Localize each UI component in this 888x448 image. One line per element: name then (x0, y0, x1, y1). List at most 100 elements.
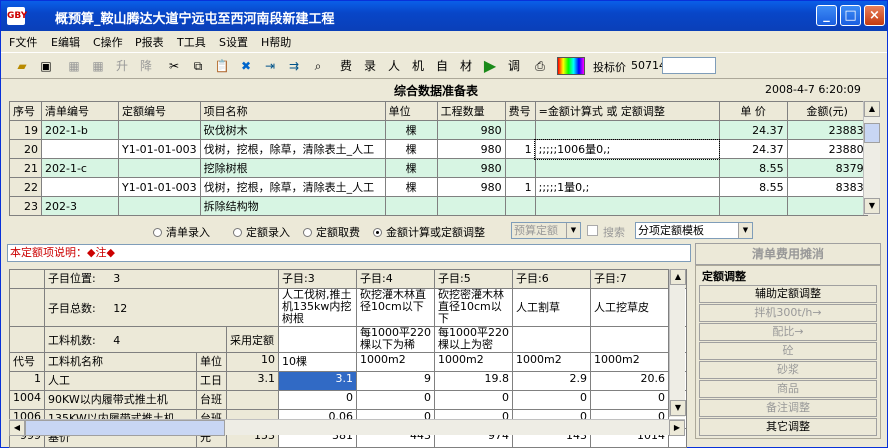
grid-alt-icon[interactable]: ▦ (87, 55, 109, 77)
menu-edit[interactable]: E编辑 (51, 34, 80, 50)
col-header-price[interactable]: 单 价 (718, 101, 788, 121)
quantity[interactable] (436, 196, 506, 216)
formula[interactable] (534, 196, 720, 216)
base-qty[interactable]: 3.1 (226, 371, 279, 391)
subitem-value[interactable]: 0 (434, 390, 513, 410)
item-name[interactable]: 伐树，挖根，除草，清除表土_人工 (199, 139, 386, 159)
paste-icon[interactable]: 📋 (211, 55, 233, 77)
move-up-button[interactable]: 升 (111, 55, 133, 77)
cut-icon[interactable]: ✂ (163, 55, 185, 77)
subitem-header[interactable]: 子目:7 (590, 269, 669, 289)
subitem-value[interactable]: 19.8 (434, 371, 513, 391)
col-header-formula[interactable]: =金额计算式 或 定额调整 (534, 101, 720, 121)
detail-hscroll[interactable]: ◀ ▶ (9, 419, 685, 436)
radio-amount-adjust[interactable]: 金额计算或定额调整 (373, 224, 485, 240)
radio-quota-fee[interactable]: 定额取费 (303, 224, 360, 240)
main-table-vscroll[interactable]: ▲ ▼ (863, 101, 880, 215)
subitem-value[interactable]: 2.9 (512, 371, 591, 391)
mixer-button[interactable]: 拌机300t/h→ (699, 304, 877, 322)
quantity[interactable]: 980 (436, 120, 506, 140)
adjust-button[interactable]: 调 (503, 55, 525, 77)
item-name[interactable]: 拆除结构物 (199, 196, 386, 216)
item-name[interactable]: 挖除树根 (199, 158, 386, 178)
list-code[interactable]: 202-1-c (41, 158, 119, 178)
list-code[interactable]: 202-3 (41, 196, 119, 216)
subitem-header[interactable]: 子目:3 (278, 269, 357, 289)
scroll-up-icon[interactable]: ▲ (864, 101, 880, 117)
row-no[interactable]: 19 (9, 120, 42, 140)
insert-row-icon[interactable]: ⇥ (259, 55, 281, 77)
subitem-value[interactable]: 0 (356, 390, 435, 410)
append-row-icon[interactable]: ⇉ (283, 55, 305, 77)
resource-code[interactable]: 1 (9, 371, 45, 391)
remark-adjust-button[interactable]: 备注调整 (699, 399, 877, 417)
row-no[interactable]: 21 (9, 158, 42, 178)
quota-code[interactable] (118, 158, 201, 178)
maximize-button[interactable]: □ (840, 5, 861, 26)
record-button[interactable]: 录 (359, 55, 381, 77)
fee-no[interactable] (504, 196, 536, 216)
item-name[interactable]: 砍伐树木 (199, 120, 386, 140)
list-item[interactable]: 1 人工 工日 3.1 3.1 9 19.8 2.9 20.6 (9, 371, 687, 391)
table-row[interactable]: 20 Y1-01-01-003 伐树，挖根，除草，清除表土_人工棵 980 1;;;;;… (9, 138, 868, 160)
col-header-unit[interactable]: 单位 (384, 101, 438, 121)
color-palette-icon[interactable] (557, 57, 585, 75)
amount[interactable]: 23883 (786, 120, 868, 140)
minimize-button[interactable]: _ (816, 5, 837, 26)
run-play-icon[interactable]: ▶ (479, 55, 501, 77)
copy-icon[interactable]: ⧉ (187, 55, 209, 77)
amount[interactable]: 23880 (786, 139, 868, 159)
bid-price-field[interactable] (662, 57, 716, 74)
quantity[interactable]: 980 (436, 158, 506, 178)
subitem-value[interactable]: 0 (590, 390, 669, 410)
radio-list-entry[interactable]: 清单录入 (153, 224, 210, 240)
scroll-left-icon[interactable]: ◀ (9, 420, 25, 436)
quota-code[interactable]: Y1-01-01-003 (118, 177, 201, 197)
menu-tools[interactable]: T工具 (177, 34, 206, 50)
base-qty[interactable] (226, 390, 279, 410)
close-button[interactable]: × (864, 5, 885, 26)
detail-vscroll[interactable]: ▲ ▼ (669, 269, 686, 417)
resource-unit[interactable]: 台班 (196, 390, 227, 410)
unit[interactable]: 棵 (384, 158, 438, 178)
fee-no[interactable]: 1 (504, 177, 536, 197)
unit-price[interactable]: 24.37 (718, 120, 788, 140)
fee-button[interactable]: 费 (335, 55, 357, 77)
formula[interactable] (534, 120, 720, 140)
aux-quota-adjust-button[interactable]: 辅助定额调整 (699, 285, 877, 303)
print-icon[interactable]: ⎙ (529, 55, 551, 77)
scroll-thumb[interactable] (864, 123, 880, 143)
subitem-value[interactable]: 9 (356, 371, 435, 391)
menu-operate[interactable]: C操作 (93, 34, 123, 50)
machine-button[interactable]: 机 (407, 55, 429, 77)
list-item[interactable]: 1004 90KW以内履带式推土机 台班 0 0 0 0 0 (9, 390, 687, 410)
commercial-button[interactable]: 商品 (699, 380, 877, 398)
move-down-button[interactable]: 降 (135, 55, 157, 77)
row-no[interactable]: 23 (9, 196, 42, 216)
self-button[interactable]: 自 (431, 55, 453, 77)
subitem-value[interactable]: 0 (278, 390, 357, 410)
col-header-quota[interactable]: 定额编号 (118, 101, 201, 121)
scroll-right-icon[interactable]: ▶ (669, 420, 685, 436)
hscroll-thumb[interactable] (25, 420, 225, 436)
col-header-qty[interactable]: 工程数量 (436, 101, 506, 121)
unit[interactable]: 棵 (384, 177, 438, 197)
subitem-header[interactable]: 子目:6 (512, 269, 591, 289)
menu-file[interactable]: F文件 (9, 34, 37, 50)
table-row[interactable]: 22 Y1-01-01-003 伐树，挖根，除草，清除表土_人工棵 980 1;;;;;… (9, 177, 868, 197)
col-header-amount[interactable]: 金额(元) (786, 101, 868, 121)
resource-name[interactable]: 人工 (44, 371, 197, 391)
col-header-no[interactable]: 序号 (9, 101, 42, 121)
quantity[interactable]: 980 (436, 139, 506, 159)
formula[interactable]: ;;;;;1量0,; (534, 177, 720, 197)
list-code[interactable]: 202-1-b (41, 120, 119, 140)
subitem-header[interactable]: 子目:5 (434, 269, 513, 289)
unit-price[interactable] (718, 196, 788, 216)
scroll-down-icon[interactable]: ▼ (670, 400, 686, 416)
formula[interactable]: ;;;;;1006量0,; (534, 138, 721, 160)
fee-no[interactable] (504, 120, 536, 140)
find-binoculars-icon[interactable]: ⌕ (307, 55, 329, 77)
labor-button[interactable]: 人 (383, 55, 405, 77)
search-checkbox[interactable] (587, 225, 598, 236)
menu-settings[interactable]: S设置 (219, 34, 248, 50)
